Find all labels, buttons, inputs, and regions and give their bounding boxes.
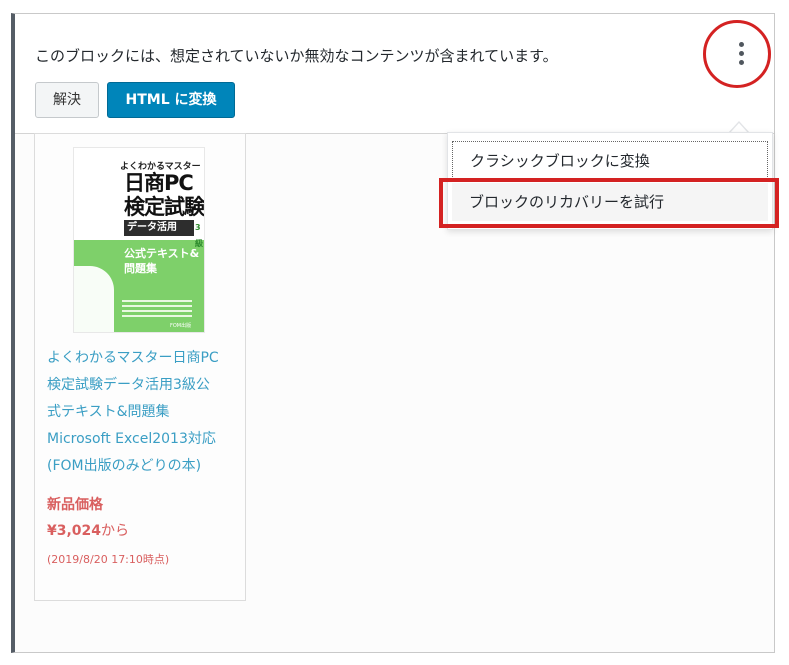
- more-options-button[interactable]: [728, 39, 756, 69]
- cover-title: 日商PC 検定試験: [124, 171, 204, 219]
- convert-to-html-button[interactable]: HTML に変換: [107, 82, 235, 118]
- cover-level: 3級: [195, 220, 204, 248]
- price-value: ¥3,024: [47, 523, 102, 539]
- product-title-line: 式テキスト&問題集: [47, 404, 170, 420]
- cover-fine-print: [122, 300, 192, 318]
- product-title-line: Microsoft Excel2013対応: [47, 431, 216, 447]
- more-options-menu: クラシックブロックに変換 ブロックのリカバリーを試行: [447, 132, 773, 230]
- product-title-line: 検定試験データ活用3級公: [47, 377, 210, 393]
- resolve-button[interactable]: 解決: [35, 82, 99, 118]
- warning-message: このブロックには、想定されていないか無効なコンテンツが含まれています。: [35, 47, 558, 65]
- product-card: よくわかるマスター 日商PC 検定試験 データ活用 3級 公式テキスト& 問題集…: [34, 133, 246, 601]
- price-label: 新品価格: [47, 497, 103, 513]
- book-cover-image[interactable]: よくわかるマスター 日商PC 検定試験 データ活用 3級 公式テキスト& 問題集…: [73, 147, 205, 333]
- product-title-line: よくわかるマスター日商PC: [47, 350, 219, 366]
- cover-title-line1: 日商PC: [124, 171, 194, 195]
- cover-subtitle-line2: 問題集: [124, 262, 157, 275]
- menu-item-convert-classic[interactable]: クラシックブロックに変換: [452, 141, 768, 179]
- cover-publisher: FOM出版: [170, 323, 192, 329]
- product-title-line: (FOM出版のみどりの本): [47, 458, 202, 474]
- cover-subtitle-line1: 公式テキスト&: [124, 247, 200, 260]
- block-warning: このブロックには、想定されていないか無効なコンテンツが含まれています。 解決 H…: [15, 14, 774, 134]
- cover-thumb-graphic: [74, 266, 114, 332]
- product-title-link[interactable]: よくわかるマスター日商PC 検定試験データ活用3級公 式テキスト&問題集 Mic…: [47, 345, 243, 480]
- menu-item-attempt-recovery[interactable]: ブロックのリカバリーを試行: [452, 183, 768, 221]
- price: ¥3,024から: [47, 520, 129, 540]
- cover-badge: データ活用: [124, 220, 194, 236]
- price-timestamp: (2019/8/20 17:10時点): [47, 553, 170, 566]
- cover-title-line2: 検定試験: [124, 195, 204, 219]
- price-suffix: から: [101, 523, 130, 539]
